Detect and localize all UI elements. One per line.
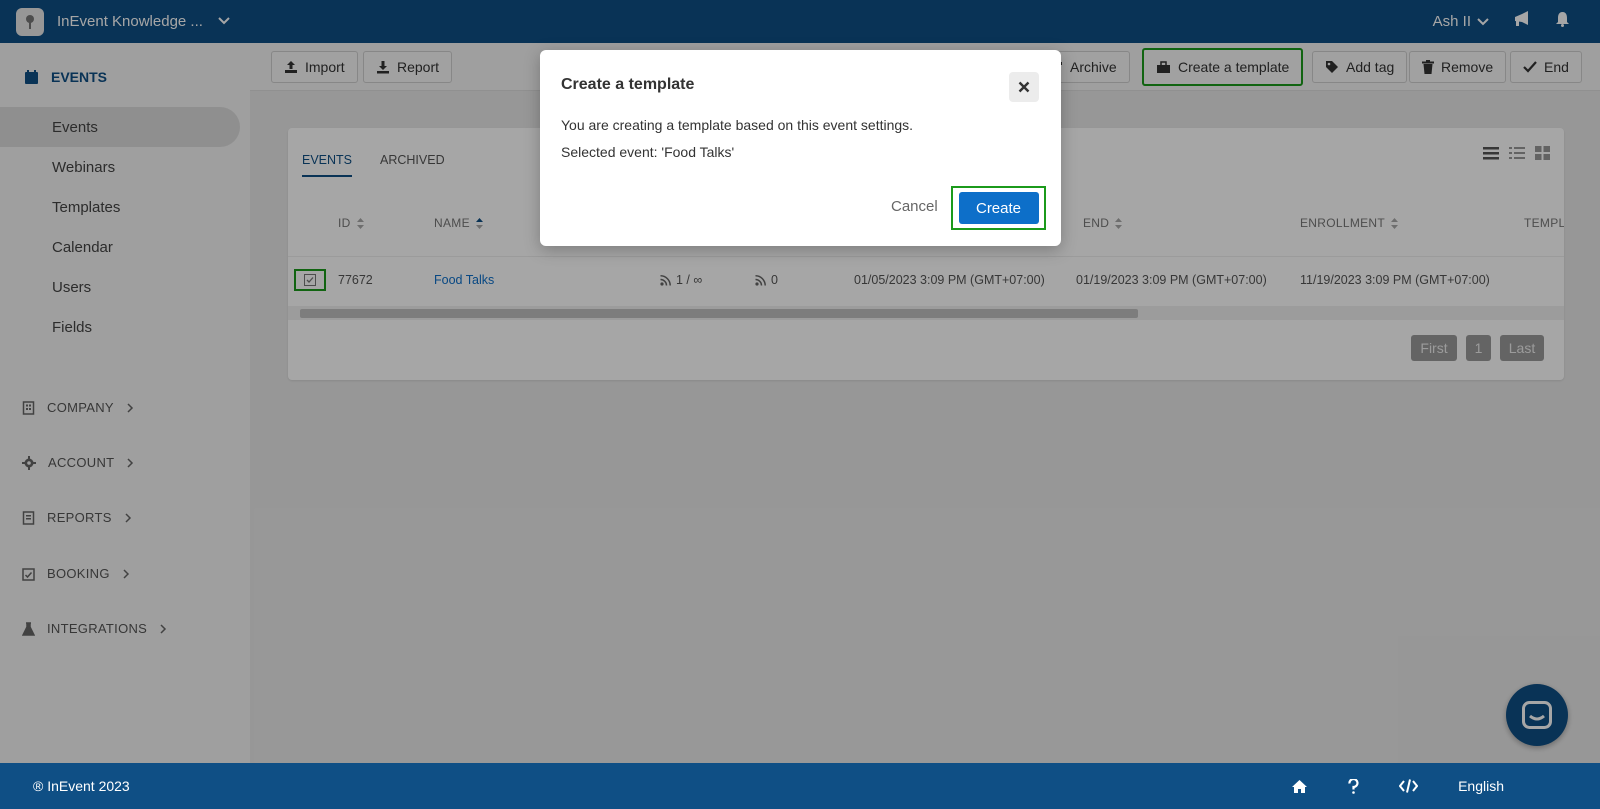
- cancel-button[interactable]: Cancel: [891, 198, 938, 215]
- create-button-highlight: Create: [951, 186, 1046, 230]
- close-button[interactable]: [1009, 72, 1039, 102]
- create-button[interactable]: Create: [958, 192, 1039, 224]
- footer: ® InEvent 2023 English: [0, 763, 1600, 809]
- home-icon[interactable]: [1291, 779, 1308, 794]
- dialog-selected-event: Selected event: 'Food Talks': [561, 144, 735, 160]
- create-template-dialog: Create a template You are creating a tem…: [540, 50, 1061, 246]
- dialog-title: Create a template: [561, 76, 695, 93]
- dialog-description: You are creating a template based on thi…: [561, 117, 914, 133]
- language-selector[interactable]: English: [1458, 778, 1504, 794]
- close-icon: [1018, 81, 1030, 93]
- copyright-text: ® InEvent 2023: [33, 778, 130, 794]
- code-icon[interactable]: [1399, 779, 1419, 793]
- help-icon[interactable]: [1348, 778, 1359, 794]
